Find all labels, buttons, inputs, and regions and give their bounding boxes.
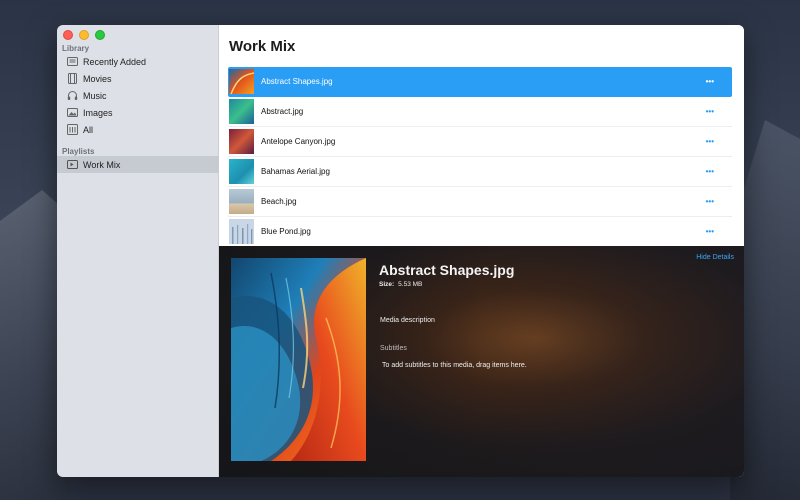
media-list: Abstract Shapes.jpg ••• Abstract.jpg ••• — [228, 67, 732, 247]
detail-artwork — [231, 258, 366, 461]
recently-added-icon — [67, 56, 78, 67]
media-list-pane: Work Mix Abstract Shapes.jpg ••• Abstrac… — [219, 25, 744, 247]
sidebar-item-label: Music — [83, 90, 107, 101]
row-name: Beach.jpg — [261, 197, 297, 206]
minimize-window-button[interactable] — [79, 30, 89, 40]
row-name: Bahamas Aerial.jpg — [261, 167, 330, 176]
library-list: Recently Added Movies Music Images All — [57, 53, 219, 138]
subtitles-label: Subtitles — [380, 345, 407, 352]
image-icon — [67, 107, 78, 118]
sidebar-item-all[interactable]: All — [57, 121, 219, 138]
library-section-title: Library — [62, 44, 90, 53]
more-options-icon[interactable]: ••• — [706, 107, 714, 116]
playlists-list: Work Mix — [57, 156, 219, 173]
more-options-icon[interactable]: ••• — [706, 167, 714, 176]
more-options-icon[interactable]: ••• — [706, 227, 714, 236]
main-content: Work Mix Abstract Shapes.jpg ••• Abstrac… — [219, 25, 744, 477]
detail-title: Abstract Shapes.jpg — [379, 262, 515, 278]
size-label: Size: — [379, 281, 395, 288]
table-row[interactable]: Blue Pond.jpg ••• — [228, 217, 732, 247]
sidebar-item-work-mix[interactable]: Work Mix — [57, 156, 219, 173]
detail-pane: Hide Details Abstract Shapes.jpg Size: 5… — [219, 246, 744, 477]
sidebar: Library Recently Added Movies Music Imag… — [57, 25, 219, 477]
thumbnail-blue-pond — [229, 219, 254, 244]
table-row[interactable]: Beach.jpg ••• — [228, 187, 732, 217]
sidebar-item-recently-added[interactable]: Recently Added — [57, 53, 219, 70]
sidebar-item-music[interactable]: Music — [57, 87, 219, 104]
close-window-button[interactable] — [63, 30, 73, 40]
thumbnail-abstract-shapes — [229, 69, 254, 94]
sidebar-item-label: Images — [83, 107, 113, 118]
media-description-field[interactable]: Media description — [380, 317, 435, 324]
playlist-icon — [67, 159, 78, 170]
row-name: Blue Pond.jpg — [261, 227, 311, 236]
size-value: 5.53 MB — [398, 281, 423, 288]
thumbnail-bahamas-aerial — [229, 159, 254, 184]
sidebar-item-label: All — [83, 124, 94, 135]
thumbnail-abstract — [229, 99, 254, 124]
headphones-icon — [67, 90, 78, 101]
more-options-icon[interactable]: ••• — [706, 137, 714, 146]
row-name: Antelope Canyon.jpg — [261, 137, 336, 146]
table-row[interactable]: Bahamas Aerial.jpg ••• — [228, 157, 732, 187]
table-row[interactable]: Abstract Shapes.jpg ••• — [228, 67, 732, 97]
all-media-icon — [67, 124, 78, 135]
sidebar-item-label: Recently Added — [83, 56, 147, 67]
sidebar-item-movies[interactable]: Movies — [57, 70, 219, 87]
thumbnail-antelope-canyon — [229, 129, 254, 154]
sidebar-item-label: Movies — [83, 73, 112, 84]
sidebar-item-label: Work Mix — [83, 159, 121, 170]
page-title: Work Mix — [229, 38, 296, 55]
film-icon — [67, 73, 78, 84]
row-name: Abstract Shapes.jpg — [261, 77, 333, 86]
table-row[interactable]: Antelope Canyon.jpg ••• — [228, 127, 732, 157]
table-row[interactable]: Abstract.jpg ••• — [228, 97, 732, 127]
thumbnail-beach — [229, 189, 254, 214]
row-name: Abstract.jpg — [261, 107, 304, 116]
zoom-window-button[interactable] — [95, 30, 105, 40]
playlists-section-title: Playlists — [62, 147, 95, 156]
sidebar-item-images[interactable]: Images — [57, 104, 219, 121]
subtitles-drop-zone[interactable]: To add subtitles to this media, drag ite… — [382, 362, 527, 369]
window-controls — [63, 30, 105, 40]
app-window: Library Recently Added Movies Music Imag… — [57, 25, 744, 477]
more-options-icon[interactable]: ••• — [706, 77, 714, 86]
hide-details-button[interactable]: Hide Details — [696, 254, 734, 261]
more-options-icon[interactable]: ••• — [706, 197, 714, 206]
detail-size: Size: 5.53 MB — [379, 281, 422, 288]
